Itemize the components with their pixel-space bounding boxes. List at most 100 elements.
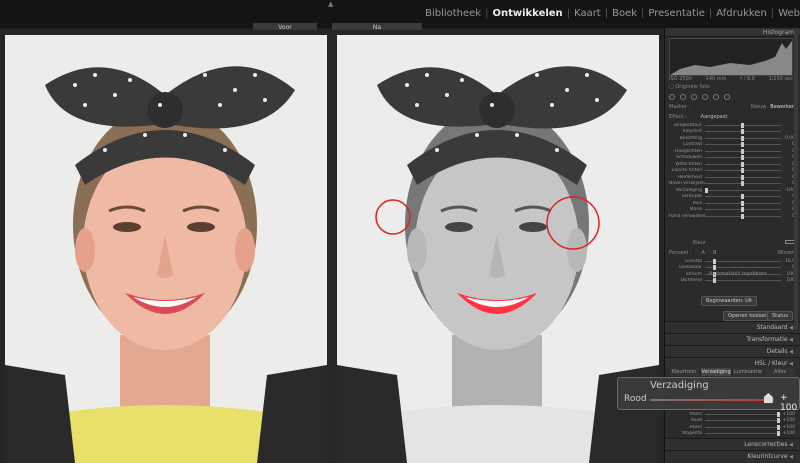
module-boek[interactable]: Boek — [608, 8, 641, 19]
slider-thumb[interactable] — [741, 129, 745, 135]
tab-verzadiging[interactable]: Verzadiging — [701, 368, 731, 376]
slider-track[interactable] — [705, 161, 781, 167]
slider-track[interactable] — [705, 258, 781, 264]
module-presentatie[interactable]: Presentatie — [644, 8, 709, 19]
slider-track[interactable] — [705, 187, 781, 193]
slider-track[interactable] — [705, 155, 781, 161]
slider-row: Dichtheid 100 — [669, 278, 795, 285]
collapse-top-icon[interactable]: ▲ — [328, 0, 333, 8]
reset-button[interactable]: Beginwaarden: Uit — [701, 296, 758, 306]
slider-value: 0 — [781, 142, 795, 147]
slider-thumb[interactable] — [741, 200, 745, 206]
slider-thumb[interactable] — [741, 207, 745, 213]
mask-row: Masker : Nieuw Bewerken — [669, 104, 795, 110]
red-saturation-slider[interactable] — [650, 399, 774, 401]
section-standaard[interactable]: Standaard — [665, 321, 800, 333]
gradient-tool-icon[interactable] — [702, 93, 708, 100]
section-transformatie[interactable]: Transformatie — [665, 333, 800, 345]
slider-thumb[interactable] — [712, 278, 716, 284]
slider-track[interactable] — [705, 129, 781, 135]
slider-thumb[interactable] — [777, 424, 781, 430]
brush-tool-icon[interactable] — [724, 93, 730, 100]
slider-value: 0 — [781, 168, 795, 173]
redeye-tool-icon[interactable] — [691, 93, 697, 100]
slider-thumb[interactable] — [741, 213, 745, 219]
slider-label: Doezelaar — [679, 265, 702, 271]
slider-knob-icon[interactable] — [763, 393, 773, 403]
slider-thumb[interactable] — [741, 148, 745, 154]
effect-sliders: Temperatuur Kleurtint Belichting 0,00 Contra… — [669, 122, 795, 220]
module-afdrukken[interactable]: Afdrukken — [712, 8, 771, 19]
slider-track[interactable] — [705, 181, 781, 187]
slider-thumb[interactable] — [741, 194, 745, 200]
slider-track[interactable] — [705, 431, 781, 437]
slider-track[interactable] — [705, 135, 781, 141]
slider-row: Magenta +100 — [669, 431, 795, 438]
module-ontwikkelen[interactable]: Ontwikkelen — [488, 8, 566, 19]
slider-track[interactable] — [705, 122, 781, 128]
slider-label: Scherpte — [681, 194, 702, 200]
slider-value: 100 — [786, 278, 795, 284]
brush-a[interactable]: A — [702, 250, 705, 256]
tab-luminantie[interactable]: Luminantie — [733, 368, 763, 376]
section-lenscorrecties[interactable]: Lenscorrecties — [665, 438, 800, 450]
slider-thumb[interactable] — [777, 431, 781, 437]
module-picker: Bibliotheek | Ontwikkelen | Kaart | Boek | P… — [421, 8, 800, 19]
slider-value: 0 — [781, 175, 795, 180]
effect-select[interactable]: Aangepast — [701, 114, 728, 120]
spot-tool-icon[interactable] — [680, 93, 686, 100]
auto-mask-checkbox[interactable]: Automatisch maskeren — [709, 271, 767, 277]
section-details[interactable]: Details — [665, 345, 800, 357]
slider-thumb[interactable] — [777, 418, 781, 424]
slider-label: Schaduwen — [676, 155, 702, 161]
histogram-header[interactable]: Histogram — [665, 28, 800, 37]
slider-thumb[interactable] — [741, 168, 745, 174]
panel-scrollbar[interactable] — [794, 30, 798, 330]
slider-value: 0 — [781, 265, 795, 270]
slider-thumb[interactable] — [741, 142, 745, 148]
slider-track[interactable] — [705, 278, 781, 284]
brush-erase[interactable]: Wissen — [777, 250, 795, 256]
close-toolset-button[interactable]: Openen toolset — [723, 311, 772, 321]
slider-thumb[interactable] — [712, 265, 716, 271]
slider-track[interactable] — [705, 411, 781, 417]
slider-track[interactable] — [705, 168, 781, 174]
slider-thumb[interactable] — [741, 122, 745, 128]
slider-thumb[interactable] — [741, 135, 745, 141]
section-kleurintcurve[interactable]: Kleurintcurve — [665, 450, 800, 462]
tab-alles[interactable]: Alles — [765, 368, 795, 376]
slider-thumb[interactable] — [705, 187, 708, 193]
slider-label: Dichtheid — [680, 278, 702, 284]
mask-new-button[interactable]: Nieuw — [751, 104, 766, 110]
slider-thumb[interactable] — [741, 174, 745, 180]
module-kaart[interactable]: Kaart — [570, 8, 605, 19]
slider-track[interactable] — [705, 213, 781, 219]
after-photo[interactable] — [337, 35, 659, 463]
original-photo-checkbox[interactable]: ▢ Originele foto — [669, 84, 709, 90]
slider-thumb[interactable] — [712, 258, 716, 264]
slider-track[interactable] — [705, 194, 781, 200]
slider-label: Paars — [689, 411, 702, 417]
brush-b[interactable]: B — [713, 250, 716, 256]
slider-track[interactable] — [705, 174, 781, 180]
slider-track[interactable] — [705, 207, 781, 213]
radial-tool-icon[interactable] — [713, 93, 719, 100]
slider-thumb[interactable] — [741, 181, 745, 187]
slider-label: Nevel verwijderen — [669, 181, 705, 187]
slider-track[interactable] — [705, 148, 781, 154]
slider-track[interactable] — [705, 265, 781, 271]
before-photo[interactable] — [5, 35, 327, 463]
slider-label: Hooglichten — [675, 148, 702, 154]
slider-thumb[interactable] — [741, 161, 745, 167]
slider-track[interactable] — [705, 142, 781, 148]
mask-edit-button[interactable]: Bewerken — [770, 104, 795, 110]
tab-kleurtoon[interactable]: Kleurtoon — [669, 368, 699, 376]
module-web[interactable]: Web — [774, 8, 800, 19]
slider-thumb[interactable] — [741, 155, 745, 161]
module-bibliotheek[interactable]: Bibliotheek — [421, 8, 485, 19]
slider-track[interactable] — [705, 200, 781, 206]
crop-tool-icon[interactable] — [669, 93, 675, 100]
status-button[interactable]: Status — [767, 311, 793, 321]
slider-track[interactable] — [705, 424, 781, 430]
slider-track[interactable] — [705, 418, 781, 424]
